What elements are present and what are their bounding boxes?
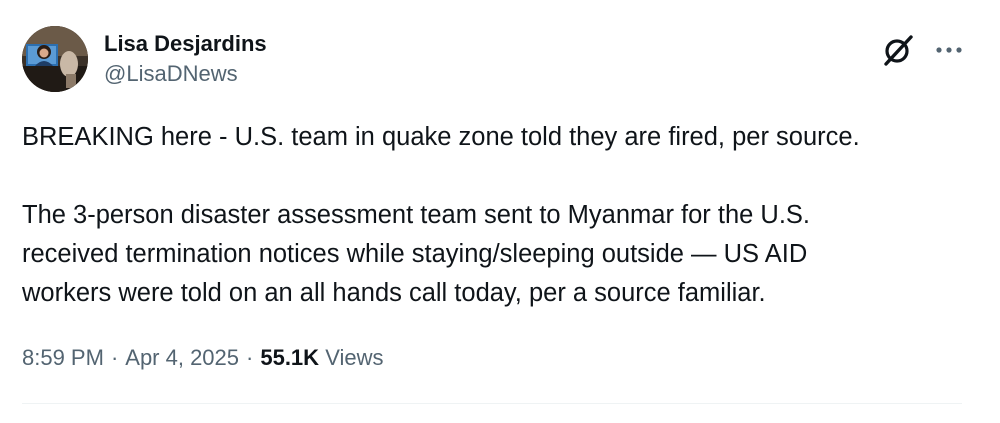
author-handle[interactable]: @LisaDNews [104,60,267,88]
tweet-meta: 8:59 PM · Apr 4, 2025 · 55.1K Views [22,342,383,374]
divider [22,403,962,404]
meta-separator: · [246,345,254,370]
avatar-image [22,26,88,92]
more-icon[interactable] [934,35,964,65]
views-count[interactable]: 55.1K [260,345,319,370]
tweet-line: received termination notices while stayi… [22,240,808,268]
tweet-date[interactable]: Apr 4, 2025 [125,345,239,370]
grok-icon[interactable] [880,32,916,68]
meta-separator: · [110,345,119,370]
tweet-line: The 3-person disaster assessment team se… [22,201,810,229]
tweet-paragraph: BREAKING here - U.S. team in quake zone … [22,118,982,157]
tweet-line: BREAKING here - U.S. team in quake zone … [22,123,860,151]
tweet-text: BREAKING here - U.S. team in quake zone … [22,118,982,313]
tweet-line: workers were told on an all hands call t… [22,279,766,307]
tweet-header: Lisa Desjardins @LisaDNews [22,26,267,92]
tweet-paragraph: The 3-person disaster assessment team se… [22,196,982,313]
author-display-name[interactable]: Lisa Desjardins [104,30,267,58]
avatar[interactable] [22,26,88,92]
tweet-time[interactable]: 8:59 PM [22,345,104,370]
author-names: Lisa Desjardins @LisaDNews [104,26,267,92]
tweet-actions-top [880,32,964,68]
views-label: Views [325,345,384,370]
tweet-card: Lisa Desjardins @LisaDNews BREAKING here… [0,0,1000,423]
